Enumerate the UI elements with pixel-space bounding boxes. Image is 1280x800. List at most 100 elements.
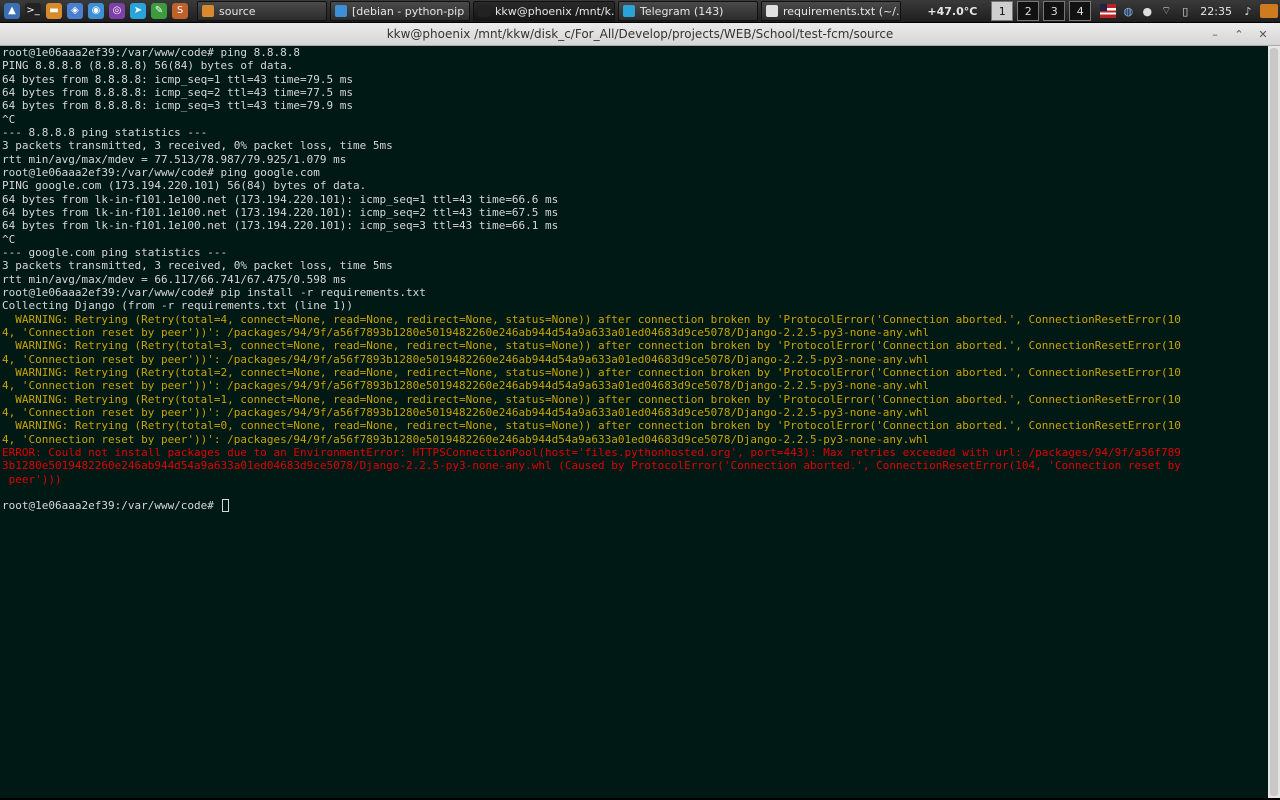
terminal-line: 3b1280e5019482260e246ab944d54a9a633a01ed… <box>2 459 1268 472</box>
show-desktop-icon[interactable] <box>1260 4 1278 18</box>
terminal-line: WARNING: Retrying (Retry(total=3, connec… <box>2 339 1268 352</box>
task-label: kkw@phoenix /mnt/k... <box>495 4 615 18</box>
terminal-line: 4, 'Connection reset by peer'))': /packa… <box>2 433 1268 446</box>
terminal-line: 3 packets transmitted, 3 received, 0% pa… <box>2 259 1268 272</box>
desktop-3-button[interactable]: 3 <box>1043 1 1066 21</box>
desktop-4-button[interactable]: 4 <box>1069 1 1092 21</box>
task-button[interactable]: [debian - python-pip ... <box>330 1 470 21</box>
app-icon[interactable]: ◈ <box>67 3 83 19</box>
terminal-lines: root@1e06aaa2ef39:/var/www/code# ping 8.… <box>0 46 1268 513</box>
user-icon[interactable]: ● <box>1140 4 1154 18</box>
scrollbar-thumb[interactable] <box>1270 48 1278 796</box>
terminal-line-text: --- 8.8.8.8 ping statistics --- <box>2 125 208 139</box>
terminal-line-text: ^C <box>2 112 16 126</box>
desktop-2-button[interactable]: 2 <box>1017 1 1040 21</box>
terminal-line: WARNING: Retrying (Retry(total=1, connec… <box>2 393 1268 406</box>
terminal-line-text: 4, 'Connection reset by peer'))': /packa… <box>2 379 930 393</box>
terminal-line: 4, 'Connection reset by peer'))': /packa… <box>2 406 1268 419</box>
sublime-icon[interactable]: S <box>172 3 188 19</box>
task-button[interactable]: requirements.txt (~/... <box>761 1 901 21</box>
terminal-scrollbar[interactable] <box>1268 46 1280 798</box>
minimize-icon[interactable]: – <box>1206 26 1224 42</box>
terminal-line: root@1e06aaa2ef39:/var/www/code# pip ins… <box>2 286 1268 299</box>
terminal-line-text: peer'))) <box>2 472 62 486</box>
terminal-line-text: 64 bytes from lk-in-f101.1e100.net (173.… <box>2 205 559 219</box>
terminal-line: 64 bytes from 8.8.8.8: icmp_seq=3 ttl=43… <box>2 99 1268 112</box>
browser-icon <box>335 5 347 17</box>
battery-icon[interactable]: ▯ <box>1178 4 1192 18</box>
chat-icon[interactable]: ✎ <box>151 3 167 19</box>
terminal-line-text: 64 bytes from 8.8.8.8: icmp_seq=2 ttl=43… <box>2 85 353 99</box>
terminal-line-text: ERROR: Could not install packages due to… <box>2 445 1181 459</box>
terminal-line-text: 64 bytes from 8.8.8.8: icmp_seq=3 ttl=43… <box>2 99 353 113</box>
window-title: kkw@phoenix /mnt/kkw/disk_c/For_All/Deve… <box>386 27 894 41</box>
network-icon[interactable]: ◍ <box>1121 4 1135 18</box>
quick-launch: ▲ >_ ▬ ◈ ◉ ◎ ➤ ✎ S <box>0 0 193 22</box>
terminal-line-text: rtt min/avg/max/mdev = 77.513/78.987/79.… <box>2 152 347 166</box>
terminal-line: WARNING: Retrying (Retry(total=0, connec… <box>2 419 1268 432</box>
terminal-line: ^C <box>2 233 1268 246</box>
terminal-line: 4, 'Connection reset by peer'))': /packa… <box>2 353 1268 366</box>
terminal-line: root@1e06aaa2ef39:/var/www/code# ping go… <box>2 166 1268 179</box>
terminal-line-text: WARNING: Retrying (Retry(total=1, connec… <box>2 392 1181 406</box>
terminal-line-text: 4, 'Connection reset by peer'))': /packa… <box>2 432 930 446</box>
terminal-line: 3 packets transmitted, 3 received, 0% pa… <box>2 139 1268 152</box>
task-button[interactable]: source <box>197 1 327 21</box>
wifi-icon[interactable]: ⌔ <box>1159 4 1173 18</box>
terminal-line-text: root@1e06aaa2ef39:/var/www/code# ping go… <box>2 165 320 179</box>
terminal-output[interactable]: root@1e06aaa2ef39:/var/www/code# ping 8.… <box>0 46 1268 798</box>
terminal-line-text: WARNING: Retrying (Retry(total=0, connec… <box>2 419 1181 433</box>
terminal-line-text: 64 bytes from lk-in-f101.1e100.net (173.… <box>2 192 559 206</box>
terminal-line-text: WARNING: Retrying (Retry(total=2, connec… <box>2 365 1181 379</box>
cpu-temperature: +47.0°C <box>927 4 978 18</box>
window-titlebar[interactable]: kkw@phoenix /mnt/kkw/disk_c/For_All/Deve… <box>0 23 1280 46</box>
clock[interactable]: 22:35 <box>1200 5 1232 18</box>
terminal-line: WARNING: Retrying (Retry(total=4, connec… <box>2 313 1268 326</box>
terminal-line-text: root@1e06aaa2ef39:/var/www/code# pip ins… <box>2 285 426 299</box>
music-icon[interactable]: ♪ <box>1241 4 1255 18</box>
menu-icon[interactable]: ▲ <box>4 3 20 19</box>
maximize-icon[interactable]: ⌃ <box>1230 26 1248 42</box>
terminal-line: 64 bytes from lk-in-f101.1e100.net (173.… <box>2 219 1268 232</box>
terminal-line-text: 3 packets transmitted, 3 received, 0% pa… <box>2 259 393 273</box>
terminal-line: rtt min/avg/max/mdev = 77.513/78.987/79.… <box>2 153 1268 166</box>
terminal-line: 4, 'Connection reset by peer'))': /packa… <box>2 379 1268 392</box>
terminal-line: ERROR: Could not install packages due to… <box>2 446 1268 459</box>
terminal-line-text: Collecting Django (from -r requirements.… <box>2 299 353 313</box>
task-button[interactable]: kkw@phoenix /mnt/k... <box>473 1 615 21</box>
terminal-line-text: WARNING: Retrying (Retry(total=3, connec… <box>2 339 1181 353</box>
terminal-icon <box>478 5 490 17</box>
desktop-1-button[interactable]: 1 <box>991 1 1014 21</box>
terminal-line-text: --- google.com ping statistics --- <box>2 245 228 259</box>
terminal-line: 64 bytes from 8.8.8.8: icmp_seq=1 ttl=43… <box>2 73 1268 86</box>
close-icon[interactable]: ✕ <box>1254 26 1272 42</box>
flag-us-icon[interactable] <box>1100 4 1117 18</box>
terminal-line: WARNING: Retrying (Retry(total=2, connec… <box>2 366 1268 379</box>
task-button[interactable]: Telegram (143) <box>618 1 758 21</box>
task-label: source <box>219 4 256 18</box>
task-label: requirements.txt (~/... <box>783 4 901 18</box>
browser-icon[interactable]: ◉ <box>88 3 104 19</box>
terminal-line: root@1e06aaa2ef39:/var/www/code# ping 8.… <box>2 46 1268 59</box>
folder-icon[interactable]: ▬ <box>46 3 62 19</box>
terminal-line: rtt min/avg/max/mdev = 66.117/66.741/67.… <box>2 273 1268 286</box>
tor-icon[interactable]: ◎ <box>109 3 125 19</box>
terminal-line: --- 8.8.8.8 ping statistics --- <box>2 126 1268 139</box>
system-tray: +47.0°C 1234 ◍ ● ⌔ ▯ 22:35 ♪ <box>927 0 1280 22</box>
terminal-line: 64 bytes from 8.8.8.8: icmp_seq=2 ttl=43… <box>2 86 1268 99</box>
terminal-line-text: PING 8.8.8.8 (8.8.8.8) 56(84) bytes of d… <box>2 59 294 73</box>
task-label: Telegram (143) <box>640 4 724 18</box>
terminal-line-text: 64 bytes from 8.8.8.8: icmp_seq=1 ttl=43… <box>2 72 353 86</box>
terminal-line-text: 4, 'Connection reset by peer'))': /packa… <box>2 352 930 366</box>
shell-prompt: root@1e06aaa2ef39:/var/www/code# <box>2 499 1268 513</box>
terminal-line-text: ^C <box>2 232 16 246</box>
terminal-line: 64 bytes from lk-in-f101.1e100.net (173.… <box>2 193 1268 206</box>
desktop-pager: 1234 <box>991 1 1095 21</box>
text-cursor <box>221 499 229 513</box>
terminal-icon[interactable]: >_ <box>25 3 41 19</box>
terminal-line-text: 3 packets transmitted, 3 received, 0% pa… <box>2 139 393 153</box>
terminal-line-text: 4, 'Connection reset by peer'))': /packa… <box>2 405 930 419</box>
terminal-line-text: 64 bytes from lk-in-f101.1e100.net (173.… <box>2 219 559 233</box>
folder-icon <box>202 5 214 17</box>
telegram-icon[interactable]: ➤ <box>130 3 146 19</box>
